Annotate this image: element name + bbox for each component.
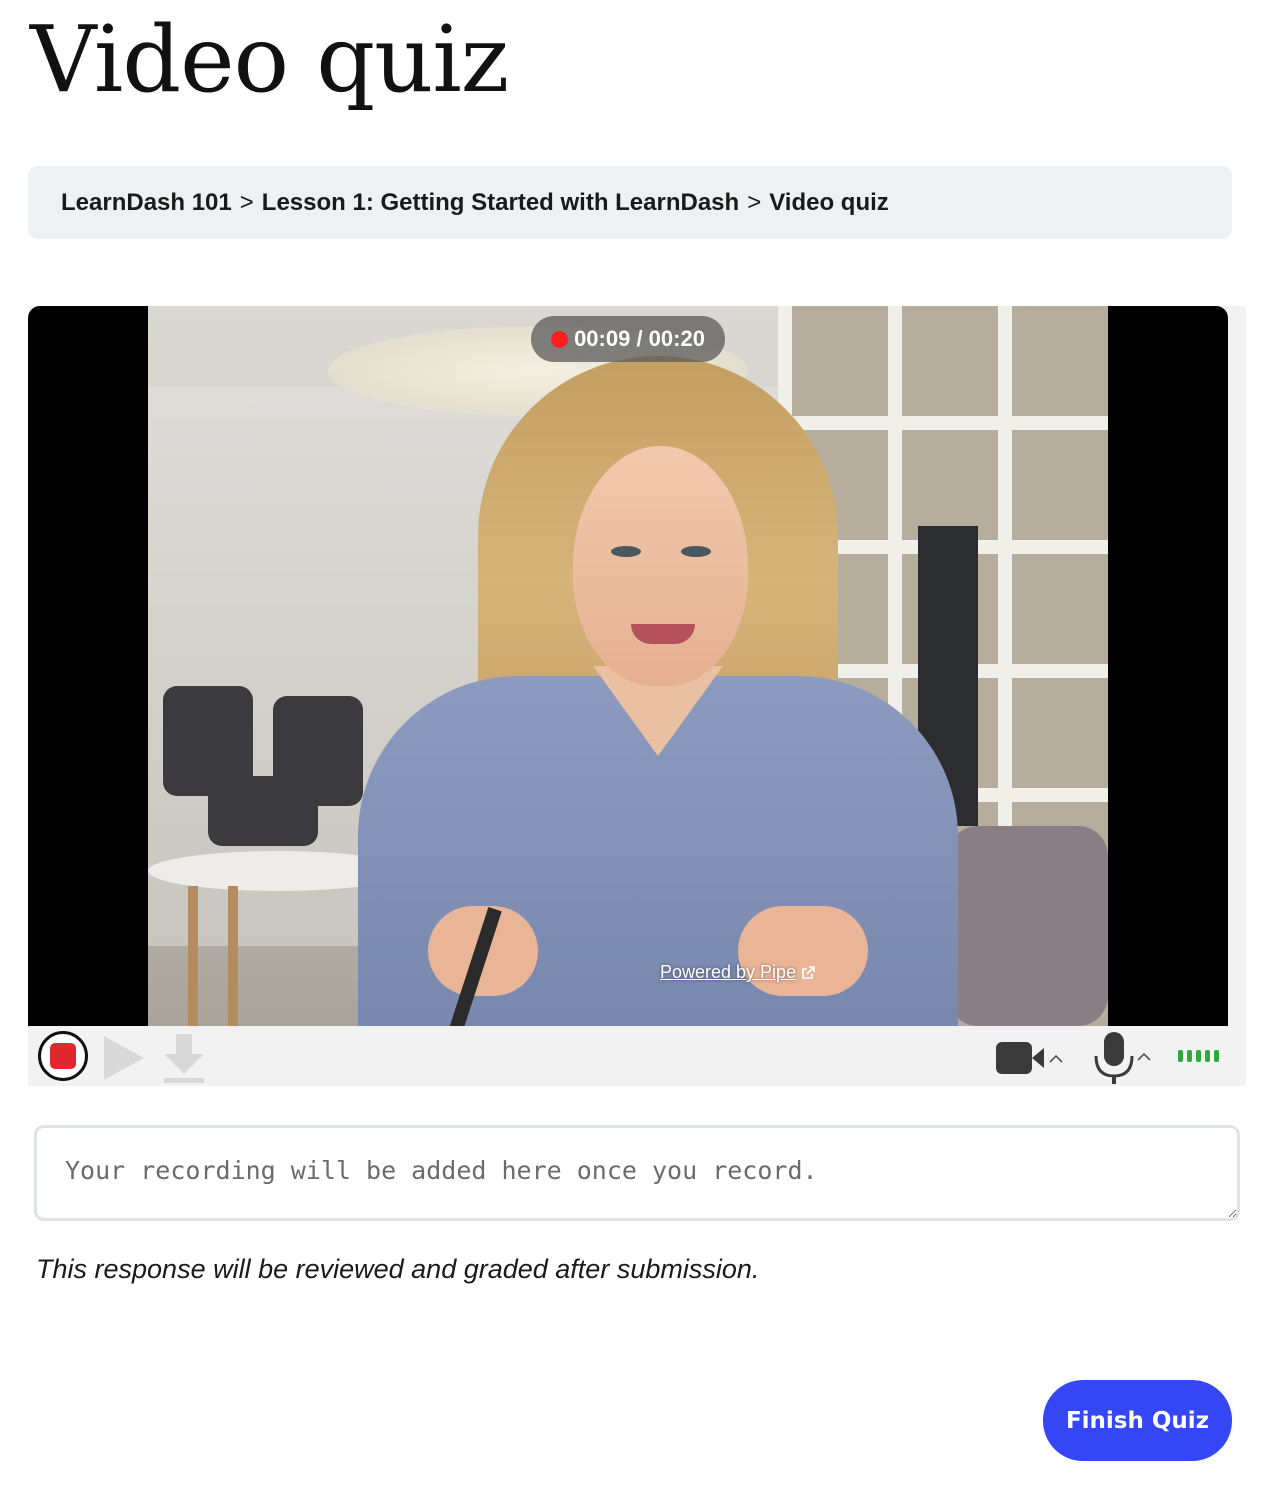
finish-quiz-button[interactable]: Finish Quiz [1043, 1380, 1232, 1461]
table-leg [228, 886, 238, 1026]
audio-level-icon [1178, 1050, 1219, 1062]
breadcrumb-lesson[interactable]: Lesson 1: Getting Started with LearnDash [262, 189, 739, 217]
play-icon[interactable] [100, 1034, 148, 1082]
eye [611, 546, 641, 557]
webcam-feed: Powered by Pipe [148, 306, 1108, 1026]
breadcrumb-current: Video quiz [769, 188, 889, 216]
chair [208, 776, 318, 846]
stop-record-icon [50, 1043, 76, 1069]
page-title: Video quiz [30, 6, 509, 113]
external-link-icon [802, 965, 815, 979]
powered-by-link[interactable]: Powered by Pipe [660, 962, 816, 983]
video-recorder: Powered by Pipe 00:09 / 00:20 [28, 306, 1246, 1086]
eye [681, 546, 711, 557]
powered-by-text: Powered by Pipe [660, 962, 797, 982]
mouth [631, 624, 695, 644]
recording-dot-icon [551, 330, 569, 348]
video-preview: Powered by Pipe 00:09 / 00:20 [28, 306, 1228, 1026]
recorder-controls [28, 1026, 1246, 1086]
camera-icon[interactable] [994, 1036, 1070, 1080]
download-icon[interactable] [162, 1032, 206, 1084]
microphone-icon[interactable] [1090, 1030, 1156, 1084]
recording-timer: 00:09 / 00:20 [531, 316, 725, 362]
breadcrumb-separator: > [239, 188, 254, 216]
breadcrumb-course[interactable]: LearnDash 101 [61, 189, 232, 217]
timer-text: 00:09 / 00:20 [574, 326, 705, 351]
breadcrumb-separator: > [747, 188, 762, 216]
table-leg [188, 886, 198, 1026]
grading-note: This response will be reviewed and grade… [36, 1254, 760, 1284]
breadcrumb: LearnDash 101 > Lesson 1: Getting Starte… [28, 166, 1232, 239]
stop-record-button[interactable] [38, 1031, 88, 1081]
person [338, 346, 978, 1026]
face [573, 446, 748, 686]
response-textarea[interactable] [34, 1125, 1240, 1221]
